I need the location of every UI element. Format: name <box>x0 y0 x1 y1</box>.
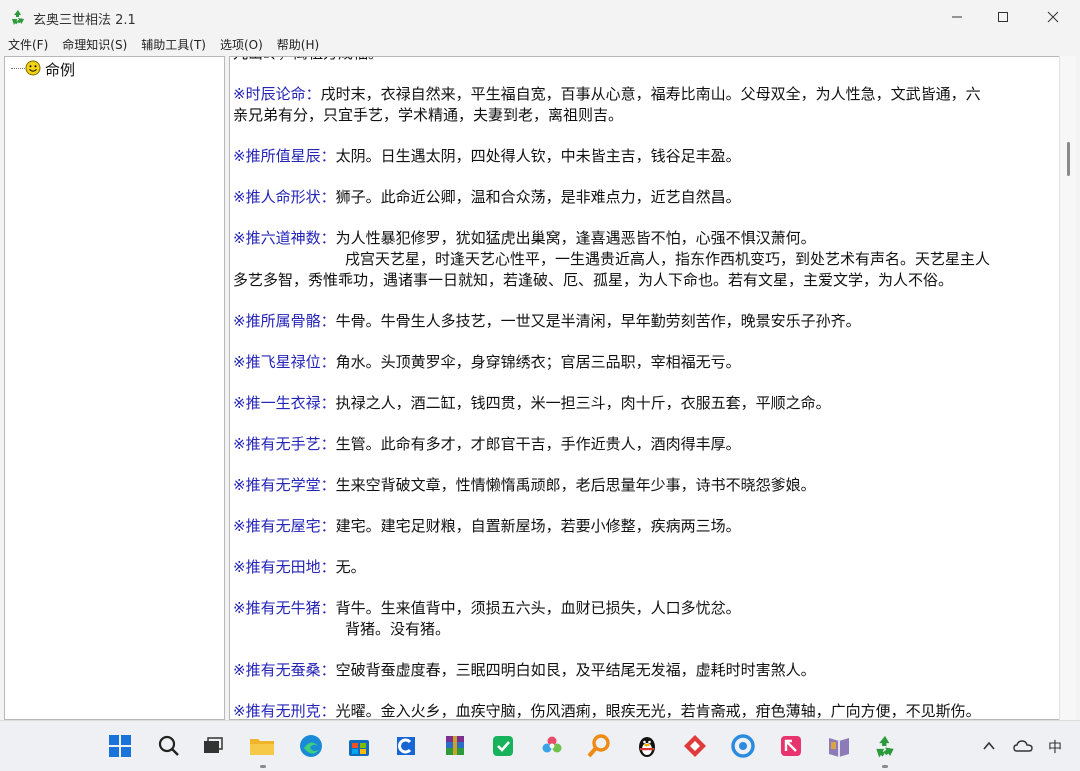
section-text: 戌宫天艺星，时逢天艺心性平，一生遇贵近高人，指东作西机变巧，到处艺术有声名。天艺… <box>345 250 991 268</box>
smiley-icon <box>25 60 41 80</box>
section-text: 空破背蚕虚度春，三眠四明白如艮，及平结尾无发福，虚耗时时害煞人。 <box>335 661 816 679</box>
menu-options[interactable]: 选项(O) <box>212 34 269 56</box>
chevron-up-icon[interactable] <box>972 729 1006 763</box>
section-text: 多艺多智，秀惟乖功，遇诸事一日就知，若逢破、厄、孤星，为人下命也。若有文星，主爱… <box>233 271 954 289</box>
menu-tools[interactable]: 辅助工具(T) <box>133 34 212 56</box>
section-shichen: ※时辰论命：戌时末，衣禄自然来，平生福自宽，百事从心意，福寿比南山。父母双全，为… <box>233 84 1053 126</box>
content-pane[interactable]: 九山岭，离祖方成福。 ※时辰论命：戌时末，衣禄自然来，平生福自宽，百事从心意，福… <box>229 56 1059 720</box>
section-text: 光曜。金入火乡，血疾守脑，伤风酒痢，眼疾无光，若肯斋戒，疳色薄轴，广向方便，不见… <box>335 702 981 720</box>
section-heading: ※时辰论命： <box>233 85 321 103</box>
section-text: 执禄之人，酒二缸，钱四贯，米一担三斗，肉十斤，衣服五套，平顺之命。 <box>335 394 831 412</box>
tree-item-label: 命例 <box>45 61 76 79</box>
red-diamond-app-icon[interactable] <box>678 729 712 763</box>
section-bone: ※推所属骨骼：牛骨。牛骨生人多技艺，一世又是半清闲，早年勤劳刻苦作，晚景安乐子孙… <box>233 311 1053 332</box>
edge-icon[interactable] <box>294 729 328 763</box>
content-line: 九山岭，离祖方成福。 <box>233 57 1053 64</box>
menu-bar: 文件(F) 命理知识(S) 辅助工具(T) 选项(O) 帮助(H) <box>0 34 1080 56</box>
pink-app-icon[interactable] <box>774 729 808 763</box>
window-title: 玄奥三世相法 2.1 <box>33 13 136 28</box>
recycle-icon <box>9 8 27 26</box>
cloud-icon[interactable] <box>1006 729 1040 763</box>
section-heading: ※推有无屋宅： <box>233 517 336 535</box>
magnifier-app-icon[interactable] <box>582 729 616 763</box>
section-text: 牛骨。牛骨生人多技艺，一世又是半清闲，早年勤劳刻苦作，晚景安乐子孙齐。 <box>335 312 861 330</box>
section-livestock: ※推有无牛猪：背牛。生来值背中，须损五六头，血财已损失，人口多忧忿。 背猪。没有… <box>233 598 1053 640</box>
section-silk: ※推有无蚕桑：空破背蚕虚度春，三眠四明白如艮，及平结尾无发福，虚耗时时害煞人。 <box>233 660 1053 681</box>
menu-help[interactable]: 帮助(H) <box>269 34 325 56</box>
section-heading: ※推有无手艺： <box>233 435 336 453</box>
section-text: 为人性暴犯修罗，犹如猛虎出巢窝，逢喜遇恶皆不怕，心强不惧汉萧何。 <box>335 229 816 247</box>
section-house: ※推有无屋宅：建宅。建宅足财粮，自置新屋场，若要小修整，疾病两三场。 <box>233 516 1053 537</box>
menu-file[interactable]: 文件(F) <box>0 34 54 56</box>
close-icon[interactable] <box>1030 0 1076 34</box>
qq-penguin-icon[interactable] <box>630 729 664 763</box>
store-icon[interactable] <box>342 729 376 763</box>
section-heading: ※推六道神数： <box>233 229 336 247</box>
section-heading: ※推有无学堂： <box>233 476 336 494</box>
running-indicator <box>260 765 266 768</box>
section-text: 背猪。没有猪。 <box>345 620 451 638</box>
title-bar: 玄奥三世相法 2.1 <box>0 0 1080 34</box>
running-indicator <box>882 765 888 768</box>
section-craft: ※推有无手艺：生管。此命有多才，才郎官干吉，手作近贵人，酒肉得丰厚。 <box>233 434 1053 455</box>
recycle-app-icon[interactable] <box>868 729 902 763</box>
task-view-icon[interactable] <box>196 729 230 763</box>
section-heading: ※推所属骨骼： <box>233 312 336 330</box>
section-clothing: ※推一生衣禄：执禄之人，酒二缸，钱四贯，米一担三斗，肉十斤，衣服五套，平顺之命。 <box>233 393 1053 414</box>
taskbar: 中 <box>0 720 1080 771</box>
section-school: ※推有无学堂：生来空背破文章，性情懒惰禹顽郎，老后思量年少事，诗书不晓怨爹娘。 <box>233 475 1053 496</box>
search-icon[interactable] <box>152 729 186 763</box>
flower-app-icon[interactable] <box>535 729 569 763</box>
section-heading: ※推有无牛猪： <box>233 599 336 617</box>
section-land: ※推有无田地：无。 <box>233 557 1053 578</box>
section-heading: ※推人命形状： <box>233 188 336 206</box>
ime-indicator[interactable]: 中 <box>1048 737 1062 757</box>
section-star: ※推所值星辰：太阴。日生遇太阴，四处得人钦，中未皆主吉，钱谷足丰盈。 <box>233 146 1053 167</box>
section-heading: ※推一生衣禄： <box>233 394 336 412</box>
section-text: 无。 <box>335 558 366 576</box>
section-heading: ※推所值星辰： <box>233 147 336 165</box>
content-text: 九山岭，离祖方成福。 ※时辰论命：戌时末，衣禄自然来，平生福自宽，百事从心意，福… <box>233 57 1053 720</box>
blue-circle-app-icon[interactable] <box>726 729 760 763</box>
scroll-thumb[interactable] <box>1067 142 1070 176</box>
section-text: 太阴。日生遇太阴，四处得人钦，中未皆主吉，钱谷足丰盈。 <box>335 147 741 165</box>
section-text: 狮子。此命近公卿，温和合众荡，是非难点力，近艺自然昌。 <box>335 188 741 206</box>
ebook-app-icon[interactable] <box>822 729 856 763</box>
tree-item-root[interactable]: 命例 <box>25 59 75 80</box>
section-heading: ※推飞星禄位： <box>233 353 336 371</box>
minimize-icon[interactable] <box>934 0 980 34</box>
blue-c-app-icon[interactable] <box>389 729 423 763</box>
section-text: 亲兄弟有分，只宜手艺，学术精通，夫妻到老，离祖则吉。 <box>233 106 624 124</box>
winrar-icon[interactable] <box>438 729 472 763</box>
windows-start-icon[interactable] <box>103 729 137 763</box>
section-heading: ※推有无刑克： <box>233 702 336 720</box>
section-heading: ※推有无蚕桑： <box>233 661 336 679</box>
tree-connector <box>11 68 25 69</box>
tree-pane: 命例 <box>4 56 225 720</box>
section-shape: ※推人命形状：狮子。此命近公卿，温和合众荡，是非难点力，近艺自然昌。 <box>233 187 1053 208</box>
menu-knowledge[interactable]: 命理知识(S) <box>54 34 133 56</box>
file-explorer-icon[interactable] <box>245 729 279 763</box>
green-app-icon[interactable] <box>486 729 520 763</box>
maximize-icon[interactable] <box>980 0 1026 34</box>
section-liudao: ※推六道神数：为人性暴犯修罗，犹如猛虎出巢窝，逢喜遇恶皆不怕，心强不惧汉萧何。 … <box>233 228 1053 291</box>
section-text: 建宅。建宅足财粮，自置新屋场，若要小修整，疾病两三场。 <box>335 517 741 535</box>
section-text: 角水。头顶黄罗伞，身穿锦绣衣；官居三品职，宰相福无亏。 <box>335 353 741 371</box>
section-punish: ※推有无刑克：光曜。金入火乡，血疾守脑，伤风酒痢，眼疾无光，若肯斋戒，疳色薄轴，… <box>233 701 1053 720</box>
section-text: 生来空背破文章，性情懒惰禹顽郎，老后思量年少事，诗书不晓怨爹娘。 <box>335 476 816 494</box>
section-text: 背牛。生来值背中，须损五六头，血财已损失，人口多忧忿。 <box>335 599 741 617</box>
section-text: 生管。此命有多才，才郎官干吉，手作近贵人，酒肉得丰厚。 <box>335 435 741 453</box>
section-text: 戌时末，衣禄自然来，平生福自宽，百事从心意，福寿比南山。父母双全，为人性急，文武… <box>320 85 981 103</box>
section-heading: ※推有无田地： <box>233 558 336 576</box>
section-flystar: ※推飞星禄位：角水。头顶黄罗伞，身穿锦绣衣；官居三品职，宰相福无亏。 <box>233 352 1053 373</box>
vertical-scrollbar[interactable] <box>1059 56 1076 720</box>
